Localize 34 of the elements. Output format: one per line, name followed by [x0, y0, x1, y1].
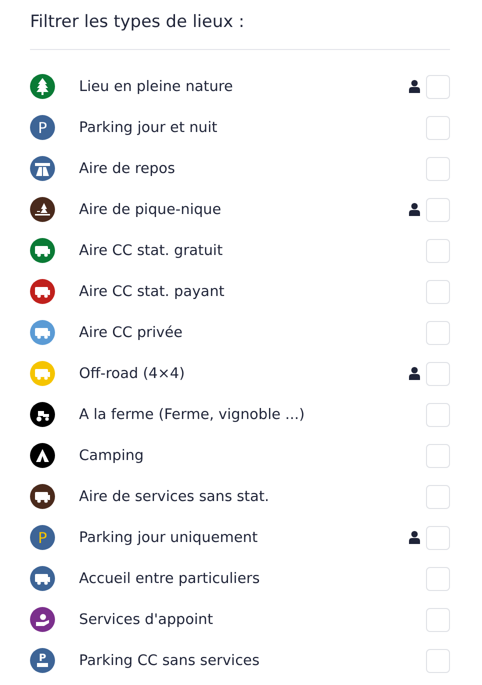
checkbox[interactable]	[426, 116, 450, 140]
place-type-label: Parking jour et nuit	[79, 120, 218, 136]
checkbox[interactable]	[426, 280, 450, 304]
place-type-label: Parking CC sans services	[79, 652, 261, 668]
place-type-label: Parking jour uniquement	[79, 530, 259, 546]
place-type-label: A la ferme (Ferme, vignoble ...)	[79, 406, 306, 422]
parking-icon: P	[30, 648, 55, 673]
place-type-label: Accueil entre particuliers	[79, 570, 261, 586]
place-type-label: Aire CC privée	[79, 324, 184, 340]
checkbox[interactable]	[426, 402, 450, 426]
checkbox[interactable]	[426, 362, 450, 386]
checkbox[interactable]	[426, 526, 450, 550]
place-type-label: Aire CC stat. gratuit	[79, 242, 224, 258]
checkbox[interactable]	[426, 320, 450, 344]
parking-icon: P	[30, 115, 55, 140]
place-type-label: Aire de pique-nique	[79, 202, 222, 218]
checkbox[interactable]	[426, 198, 450, 222]
checkbox[interactable]	[426, 608, 450, 632]
filter-title: Filtrer les types de lieux :	[30, 8, 450, 50]
place-type-label: Aire de services sans stat.	[79, 488, 270, 504]
parking-icon: P	[30, 525, 55, 550]
checkbox[interactable]	[426, 648, 450, 672]
checkbox[interactable]	[426, 74, 450, 98]
checkbox[interactable]	[426, 566, 450, 590]
checkbox[interactable]	[426, 238, 450, 262]
place-type-label: Lieu en pleine nature	[79, 78, 234, 94]
checkbox[interactable]	[426, 444, 450, 468]
place-type-label: Off-road (4×4)	[79, 366, 186, 382]
place-type-label: Aire CC stat. payant	[79, 284, 226, 300]
checkbox[interactable]	[426, 484, 450, 508]
place-type-label: Services d'appoint	[79, 612, 214, 628]
place-type-label: Aire de repos	[79, 160, 176, 176]
checkbox[interactable]	[426, 156, 450, 180]
place-type-label: Camping	[79, 448, 145, 464]
